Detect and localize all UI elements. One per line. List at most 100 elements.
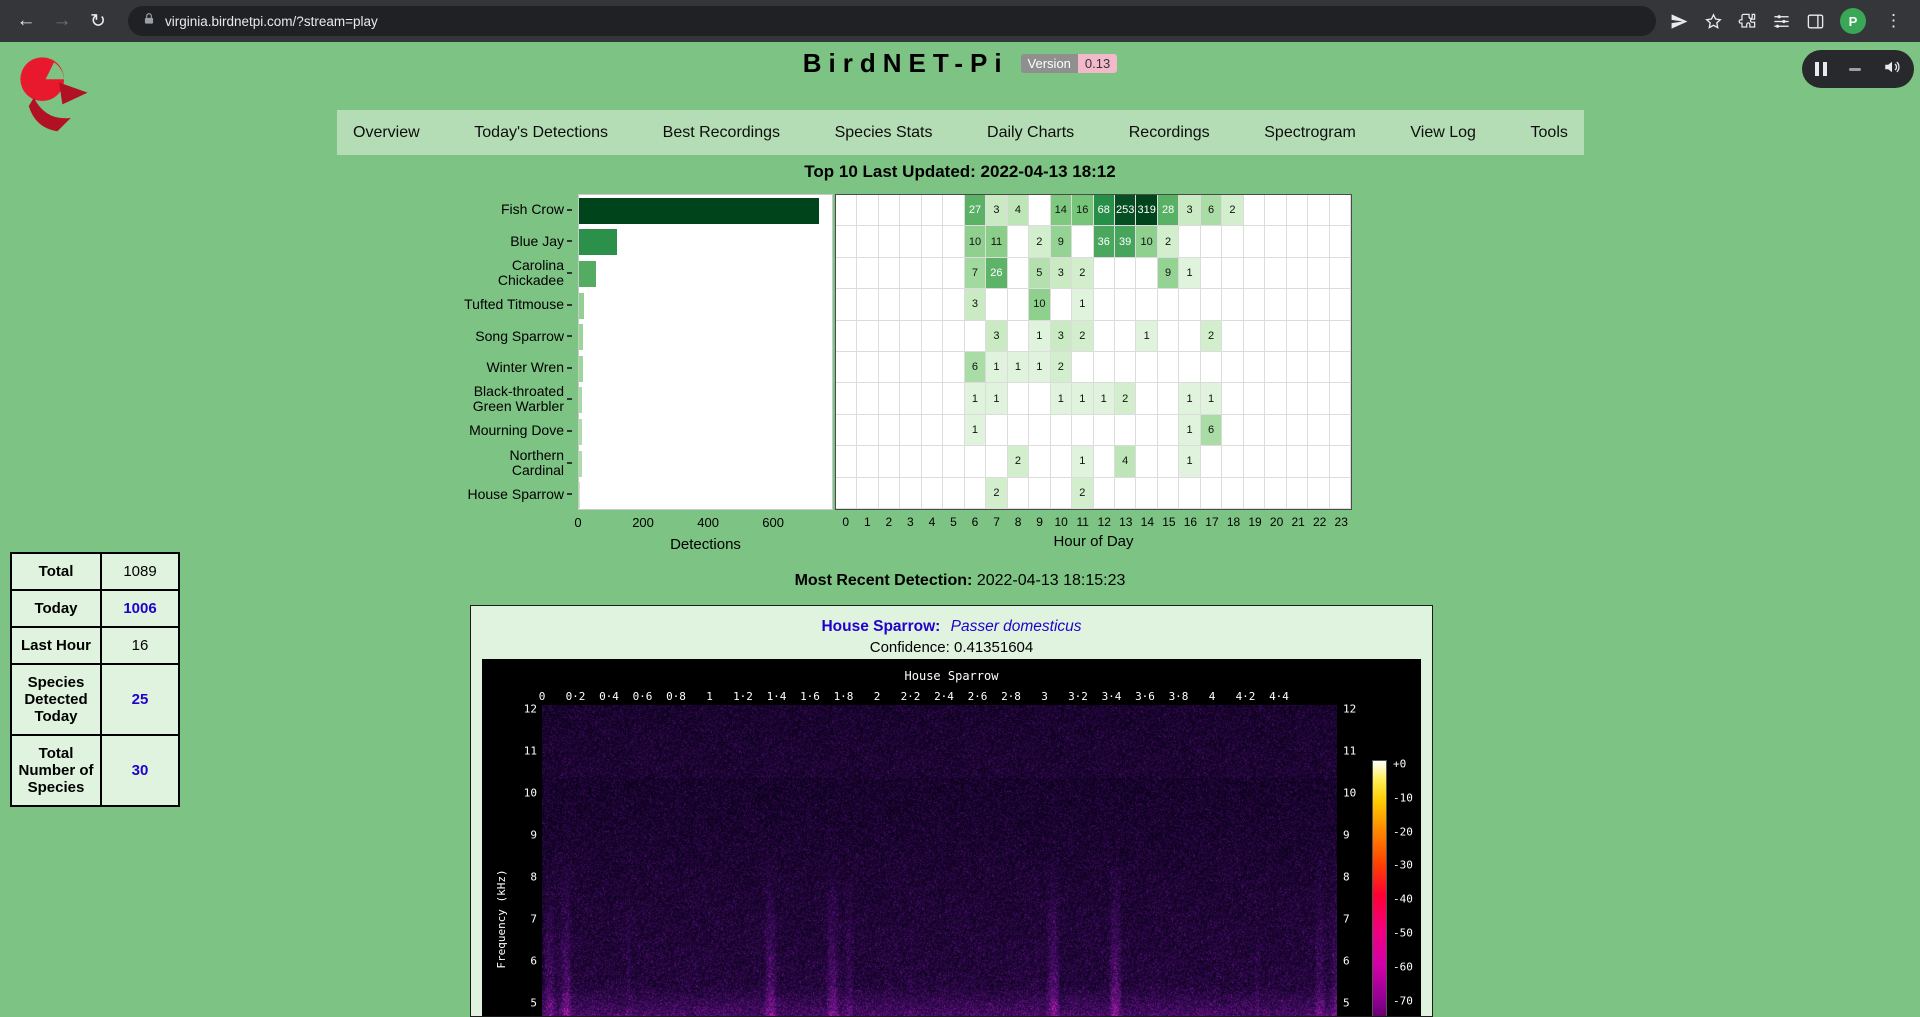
heatmap-cell — [922, 195, 943, 226]
heatmap-cell — [922, 383, 943, 414]
reload-button[interactable]: ↻ — [82, 5, 114, 37]
spectro-y-tick: 7 — [1343, 913, 1350, 926]
pause-button[interactable] — [1815, 62, 1827, 76]
spectro-y-tick: 9 — [517, 829, 537, 842]
heatmap-cell — [1265, 383, 1286, 414]
bookmark-star-icon[interactable] — [1704, 12, 1723, 31]
heatmap-cell: 3 — [986, 195, 1007, 226]
axis-tick — [567, 272, 572, 274]
heatmap-cell: 9 — [1051, 226, 1072, 257]
heatmap-cell — [1201, 226, 1222, 257]
heatmap-cell: 1 — [1072, 446, 1093, 477]
heatmap-cell — [1136, 352, 1157, 383]
heatmap-cell — [1244, 383, 1265, 414]
back-button[interactable]: ← — [10, 5, 42, 37]
heatmap-cell — [1265, 321, 1286, 352]
detection-common-name-link[interactable]: House Sparrow: — [821, 618, 940, 635]
heatmap-cell — [965, 478, 986, 509]
heatmap-cell — [1179, 226, 1200, 257]
heatmap-cell — [1029, 195, 1050, 226]
heatmap-cell — [1051, 446, 1072, 477]
send-icon[interactable] — [1670, 12, 1689, 31]
heatmap-cell — [900, 352, 921, 383]
heatmap-cell: 4 — [1008, 195, 1029, 226]
heatmap-cell: 1 — [1179, 446, 1200, 477]
heatmap-cell: 2 — [1008, 446, 1029, 477]
heatmap-cell: 9 — [1158, 258, 1179, 289]
stats-row: Last Hour16 — [11, 627, 179, 664]
side-panel-icon[interactable] — [1806, 12, 1825, 31]
heatmap-cell: 2 — [1072, 258, 1093, 289]
heatmap-cell — [1287, 383, 1308, 414]
heatmap-cell — [1158, 415, 1179, 446]
extensions-icon[interactable] — [1738, 12, 1757, 31]
heatmap-cell: 16 — [1072, 195, 1093, 226]
nav-item-today-s-detections[interactable]: Today's Detections — [474, 124, 608, 142]
nav-item-daily-charts[interactable]: Daily Charts — [987, 124, 1074, 142]
profile-avatar[interactable]: P — [1840, 8, 1866, 34]
heatmap-cell: 1 — [1029, 321, 1050, 352]
heatmap-cell: 1 — [1136, 321, 1157, 352]
heatmap-cell: 1 — [1029, 352, 1050, 383]
detection-bar — [579, 356, 583, 382]
heatmap-cell — [1094, 321, 1115, 352]
stats-table: Total1089Today1006Last Hour16Species Det… — [10, 552, 180, 807]
stat-value[interactable]: 1006 — [101, 590, 179, 627]
most-recent-value: 2022-04-13 18:15:23 — [977, 572, 1126, 589]
spectro-x-tick: 1·8 — [834, 690, 854, 703]
heatmap-cell — [879, 258, 900, 289]
spectro-y-tick: 5 — [1343, 997, 1350, 1010]
heatmap-cell — [943, 258, 964, 289]
nav-item-tools[interactable]: Tools — [1531, 124, 1568, 142]
detection-panel: House Sparrow: Passer domesticus Confide… — [470, 605, 1433, 1017]
forward-button[interactable]: → — [46, 5, 78, 37]
nav-item-view-log[interactable]: View Log — [1410, 124, 1476, 142]
species-label: Northern Cardinal — [454, 448, 564, 478]
nav-item-spectrogram[interactable]: Spectrogram — [1264, 124, 1356, 142]
heatmap-cell — [1265, 195, 1286, 226]
heatmap-cell: 2 — [986, 478, 1007, 509]
stat-label: Total Number of Species — [11, 735, 101, 806]
hour-axis-tick-label: 12 — [1093, 515, 1115, 529]
heatmap-cell — [1072, 415, 1093, 446]
axis-tick — [567, 462, 572, 464]
audio-player[interactable] — [1802, 50, 1914, 88]
nav-item-recordings[interactable]: Recordings — [1129, 124, 1210, 142]
nav-item-best-recordings[interactable]: Best Recordings — [663, 124, 780, 142]
stat-value[interactable]: 25 — [101, 664, 179, 735]
heatmap-cell — [879, 352, 900, 383]
spectro-y-tick: 11 — [517, 745, 537, 758]
heatmap-cell — [836, 258, 857, 289]
bar-axis-label: Detections — [578, 536, 833, 553]
nav-item-overview[interactable]: Overview — [353, 124, 420, 142]
volume-icon[interactable] — [1883, 58, 1901, 81]
hour-axis-tick-label: 14 — [1137, 515, 1159, 529]
most-recent-heading: Most Recent Detection: 2022-04-13 18:15:… — [0, 572, 1920, 590]
hour-axis-label: Hour of Day — [835, 533, 1352, 550]
hour-axis-tick-label: 8 — [1007, 515, 1029, 529]
heatmap-cell: 3 — [965, 289, 986, 320]
detection-scientific-name-link[interactable]: Passer domesticus — [951, 618, 1082, 635]
spectro-y-tick: 12 — [517, 703, 537, 716]
heatmap-cell — [879, 321, 900, 352]
stats-body: Total1089Today1006Last Hour16Species Det… — [11, 553, 179, 806]
heatmap-cell: 4 — [1115, 446, 1136, 477]
heatmap-cell — [836, 289, 857, 320]
stat-value[interactable]: 30 — [101, 735, 179, 806]
heatmap-cell — [879, 226, 900, 257]
species-label-row: Black-throated Green Warbler — [446, 384, 572, 416]
heatmap-cell — [1029, 446, 1050, 477]
address-bar[interactable]: virginia.birdnetpi.com/?stream=play — [128, 6, 1656, 36]
media-controls-icon[interactable] — [1772, 12, 1791, 31]
heatmap-cell: 1 — [1201, 383, 1222, 414]
axis-tick — [567, 398, 572, 400]
browser-menu-icon[interactable]: ⋮ — [1881, 11, 1906, 31]
heatmap-cell — [943, 415, 964, 446]
heatmap-cell: 11 — [986, 226, 1007, 257]
axis-tick — [567, 335, 572, 337]
heatmap-cell — [1265, 258, 1286, 289]
heatmap-cell — [1222, 446, 1243, 477]
axis-tick — [567, 209, 572, 211]
nav-item-species-stats[interactable]: Species Stats — [835, 124, 933, 142]
spectro-x-tick: 0 — [539, 690, 546, 703]
